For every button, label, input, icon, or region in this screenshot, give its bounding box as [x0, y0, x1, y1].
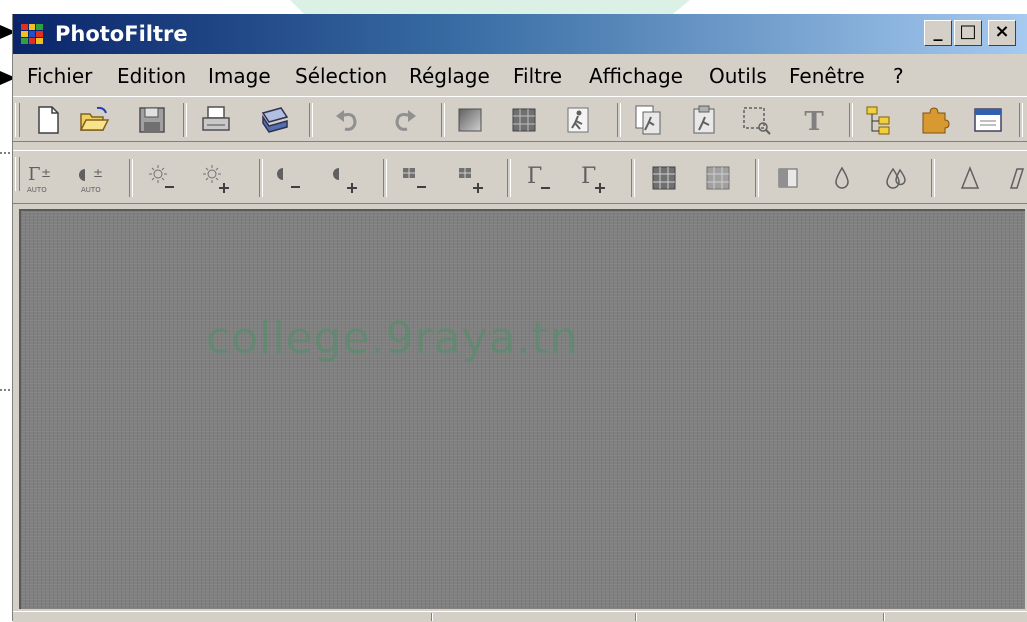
- watermark-text: college.9raya.tn: [206, 313, 579, 364]
- menu-selection[interactable]: Sélection: [295, 64, 387, 88]
- open-folder-icon[interactable]: [77, 103, 111, 137]
- brightness-plus-icon[interactable]: [199, 161, 233, 195]
- skew-shape-icon[interactable]: [1003, 161, 1027, 195]
- toolbar-separator: [1019, 103, 1023, 137]
- new-document-icon[interactable]: [31, 103, 65, 137]
- toolbar-separator: [441, 103, 445, 137]
- adjustment-toolbar: Γ ± AUTO ± AUTO Γ Γ: [13, 150, 1027, 204]
- menu-reglage[interactable]: Réglage: [409, 64, 490, 88]
- puzzle-plugin-icon[interactable]: [917, 103, 951, 137]
- toolbar-separator: [507, 159, 511, 197]
- drop-blur-icon[interactable]: [825, 161, 859, 195]
- toolbar-grip[interactable]: [15, 103, 20, 137]
- status-segment: [431, 613, 433, 621]
- grid-icon[interactable]: [507, 103, 541, 137]
- status-segment: [635, 613, 637, 621]
- toolbar-separator: [259, 159, 263, 197]
- selection-icon[interactable]: [739, 103, 773, 137]
- svg-text:Γ: Γ: [581, 164, 596, 189]
- toolbar-separator: [183, 103, 187, 137]
- app-window: PhotoFiltre _ □ × Fichier Edition Image …: [12, 14, 1027, 622]
- close-button[interactable]: ×: [988, 20, 1016, 46]
- redo-icon[interactable]: [387, 103, 421, 137]
- toolbar-separator: [309, 103, 313, 137]
- run-figure-icon[interactable]: [561, 103, 595, 137]
- contrast-minus-icon[interactable]: [271, 161, 305, 195]
- save-disk-icon[interactable]: [135, 103, 169, 137]
- main-toolbar: T: [13, 96, 1027, 142]
- photofiltre-app-icon: [21, 24, 43, 44]
- maximize-button[interactable]: □: [954, 20, 982, 46]
- triangle-sharpen-icon[interactable]: [953, 161, 987, 195]
- toolbar-separator: [755, 159, 759, 197]
- menu-image[interactable]: Image: [208, 64, 271, 88]
- saturation-plus-icon[interactable]: [453, 161, 487, 195]
- toolbar-separator: [849, 103, 853, 137]
- toolbar-grip[interactable]: [15, 157, 20, 191]
- copy-figure-icon[interactable]: [631, 103, 665, 137]
- status-bar: [13, 611, 1027, 622]
- menu-outils[interactable]: Outils: [709, 64, 767, 88]
- title-bar[interactable]: PhotoFiltre _ □ ×: [13, 14, 1027, 54]
- toolbar-separator: [631, 159, 635, 197]
- toolbar-separator: [931, 159, 935, 197]
- svg-text:±: ±: [93, 166, 103, 180]
- window-title: PhotoFiltre: [55, 22, 188, 46]
- gradient-icon[interactable]: [453, 103, 487, 137]
- contrast-plus-icon[interactable]: [327, 161, 361, 195]
- menu-edition[interactable]: Edition: [117, 64, 186, 88]
- minimize-button[interactable]: _: [924, 20, 952, 46]
- svg-text:Γ: Γ: [527, 164, 542, 189]
- workspace-area[interactable]: college.9raya.tn: [19, 209, 1025, 609]
- svg-text:AUTO: AUTO: [81, 186, 101, 194]
- gamma-plus-icon[interactable]: Γ: [575, 161, 609, 195]
- print-icon[interactable]: [199, 103, 233, 137]
- saturation-minus-icon[interactable]: [397, 161, 431, 195]
- double-drop-icon[interactable]: [879, 161, 913, 195]
- undo-icon[interactable]: [331, 103, 365, 137]
- paste-figure-icon[interactable]: [687, 103, 721, 137]
- auto-contrast-icon[interactable]: ± AUTO: [79, 161, 113, 195]
- text-icon[interactable]: T: [797, 103, 831, 137]
- brightness-minus-icon[interactable]: [145, 161, 179, 195]
- svg-text:Γ: Γ: [28, 164, 41, 185]
- menu-fenetre[interactable]: Fenêtre: [789, 64, 865, 88]
- svg-text:AUTO: AUTO: [27, 186, 47, 194]
- explorer-tree-icon[interactable]: [863, 103, 897, 137]
- svg-text:T: T: [804, 107, 824, 137]
- grid-light-icon[interactable]: [701, 161, 735, 195]
- auto-gamma-icon[interactable]: Γ ± AUTO: [25, 161, 59, 195]
- toolbar-separator: [617, 103, 621, 137]
- menu-filtre[interactable]: Filtre: [513, 64, 562, 88]
- channel-split-icon[interactable]: [771, 161, 805, 195]
- toolbar-separator: [383, 159, 387, 197]
- gamma-minus-icon[interactable]: Γ: [521, 161, 555, 195]
- status-segment: [883, 613, 885, 621]
- menu-bar: Fichier Edition Image Sélection Réglage …: [13, 58, 1027, 92]
- toolbar-separator: [129, 159, 133, 197]
- menu-fichier[interactable]: Fichier: [27, 64, 92, 88]
- grid-dark-icon[interactable]: [647, 161, 681, 195]
- menu-help[interactable]: ?: [893, 64, 904, 88]
- window-icon[interactable]: [971, 103, 1005, 137]
- menu-affichage[interactable]: Affichage: [589, 64, 683, 88]
- svg-text:±: ±: [41, 166, 51, 180]
- scan-icon[interactable]: [257, 103, 291, 137]
